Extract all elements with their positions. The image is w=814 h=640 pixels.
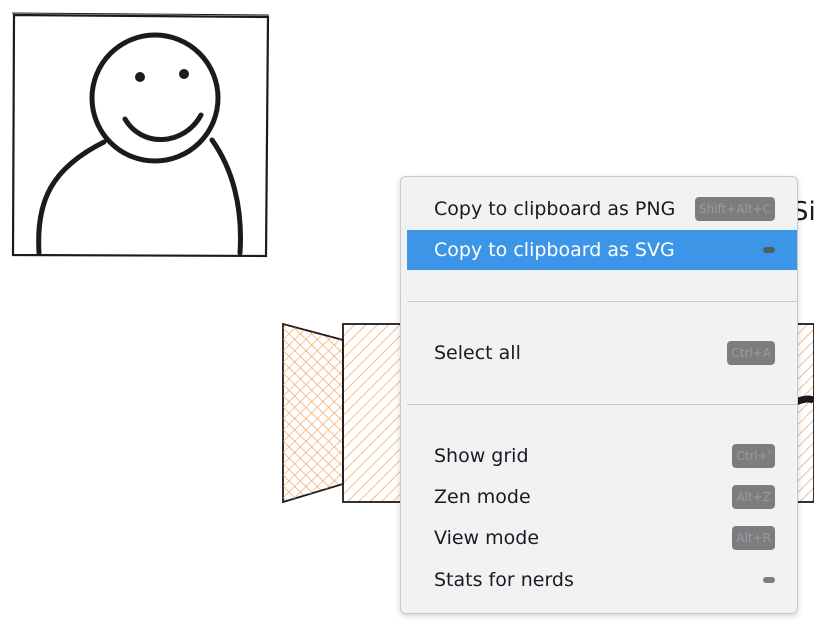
menu-item-label: Zen mode	[434, 486, 531, 508]
shortcut-badge: Ctrl+'	[732, 444, 775, 468]
menu-separator	[407, 404, 797, 405]
avatar-sketch[interactable]	[11, 12, 270, 258]
menu-item-zen-mode[interactable]: Zen mode Alt+Z	[407, 477, 797, 517]
menu-item-stats-for-nerds[interactable]: Stats for nerds	[407, 560, 797, 600]
shortcut-badge: Alt+R	[732, 526, 775, 550]
menu-item-copy-png[interactable]: Copy to clipboard as PNG Shift+Alt+C	[407, 189, 797, 229]
menu-item-view-mode[interactable]: View mode Alt+R	[407, 518, 797, 558]
menu-item-label: Show grid	[434, 445, 529, 467]
menu-item-label: Copy to clipboard as SVG	[434, 239, 675, 261]
menu-item-label: Copy to clipboard as PNG	[434, 198, 676, 220]
menu-item-show-grid[interactable]: Show grid Ctrl+'	[407, 436, 797, 476]
shortcut-badge	[763, 577, 775, 583]
menu-item-copy-svg[interactable]: Copy to clipboard as SVG	[407, 230, 797, 270]
menu-item-select-all[interactable]: Select all Ctrl+A	[407, 333, 797, 373]
menu-item-label: Select all	[434, 342, 521, 364]
shortcut-badge: Alt+Z	[732, 485, 775, 509]
context-menu: Copy to clipboard as PNG Shift+Alt+C Cop…	[400, 176, 798, 614]
shortcut-badge	[763, 247, 775, 253]
menu-item-label: Stats for nerds	[434, 569, 574, 591]
menu-item-label: View mode	[434, 527, 540, 549]
shortcut-badge: Ctrl+A	[727, 341, 775, 365]
shortcut-badge: Shift+Alt+C	[694, 197, 775, 221]
menu-separator	[407, 301, 797, 302]
